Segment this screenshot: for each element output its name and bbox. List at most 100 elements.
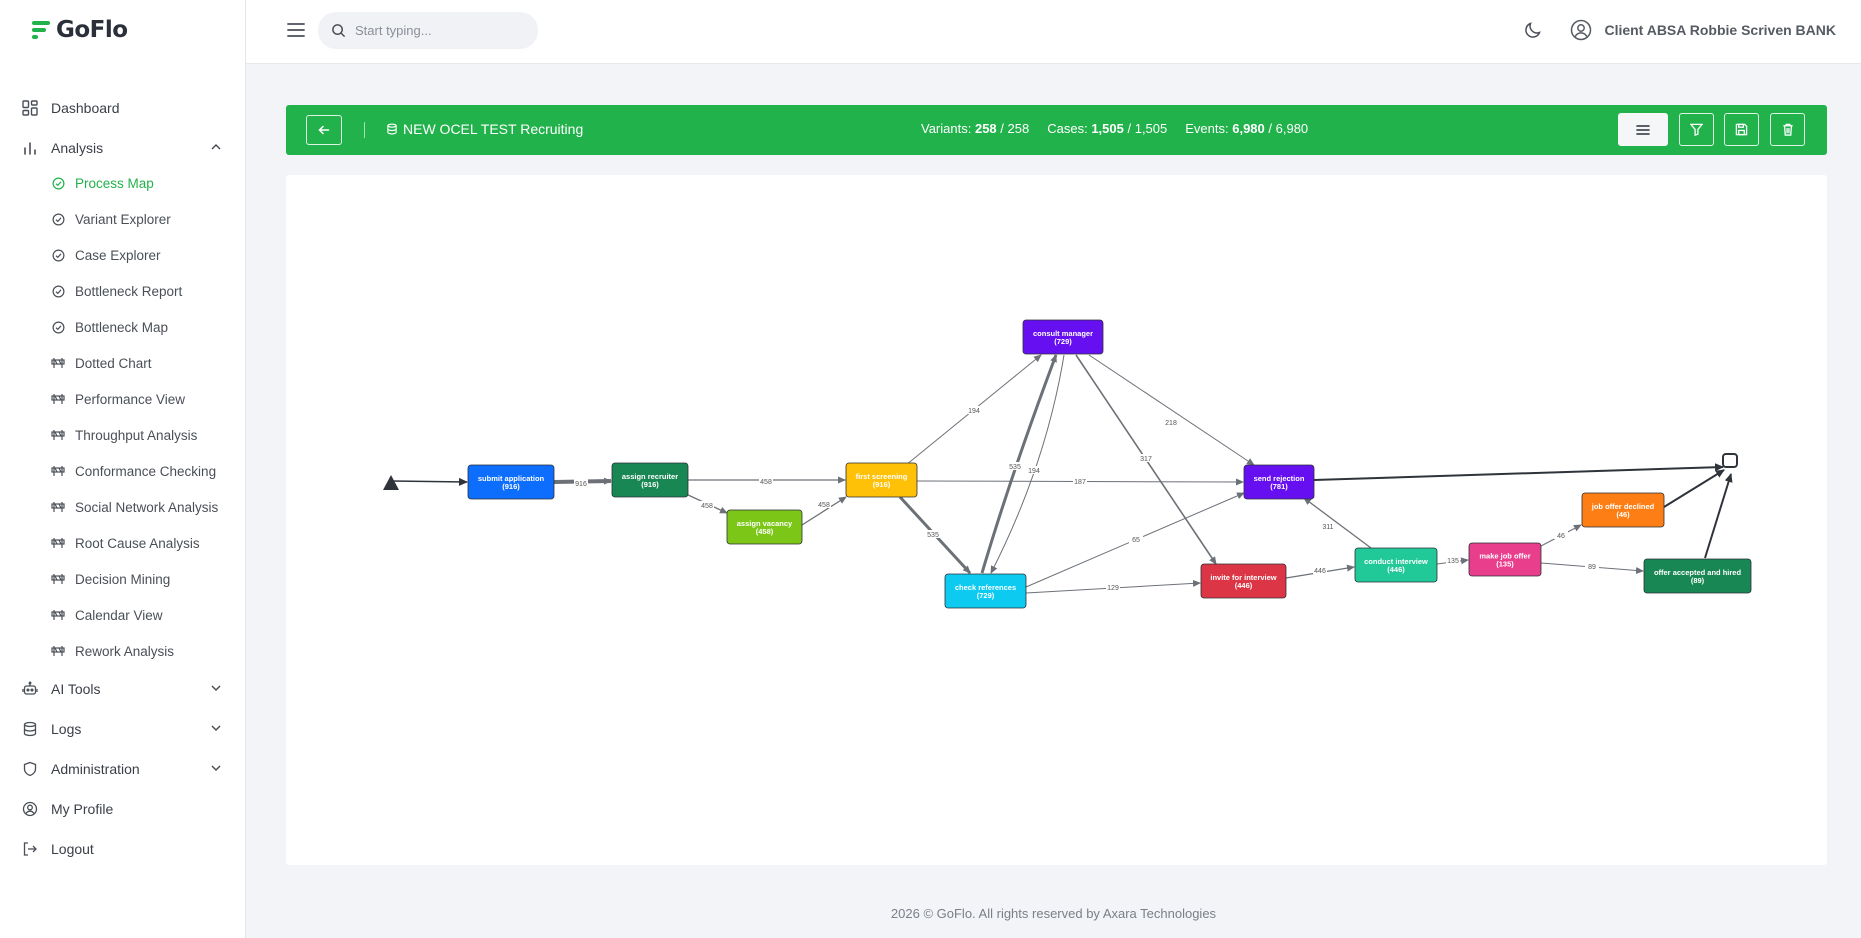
- activity-node-submit[interactable]: submit application(916): [467, 464, 555, 500]
- activity-node-references[interactable]: check references(729): [944, 573, 1027, 609]
- sidebar-item-label: Dotted Chart: [75, 355, 152, 371]
- activity-count: (729): [1054, 337, 1072, 346]
- edge-rejection-end[interactable]: [1313, 463, 1724, 481]
- variants-stat: Variants: 258 / 258: [921, 121, 1030, 136]
- sidebar-item-logout[interactable]: Logout: [0, 829, 246, 869]
- edge-label: 916: [575, 481, 587, 488]
- sidebar-item-process-map[interactable]: Process Map: [0, 166, 246, 200]
- activity-count: (916): [873, 480, 891, 489]
- sidebar-item-administration[interactable]: Administration: [0, 749, 246, 789]
- robot-icon: [21, 680, 39, 698]
- sidebar-item-label: Administration: [51, 761, 140, 777]
- activity-node-invite[interactable]: invite for interview(446): [1200, 563, 1287, 599]
- sidebar-item-ai-tools[interactable]: AI Tools: [0, 669, 246, 709]
- sidebar-item-label: Bottleneck Map: [75, 319, 169, 335]
- search-icon: [332, 24, 346, 38]
- edge-interview-rejection[interactable]: [1303, 497, 1372, 549]
- barrier-icon: [51, 500, 65, 514]
- check-circle-icon: [51, 212, 65, 226]
- activity-node-hired[interactable]: offer accepted and hired(89): [1643, 558, 1752, 594]
- activity-count: (729): [977, 591, 995, 600]
- activity-node-vacancy[interactable]: assign vacancy(458): [726, 509, 803, 545]
- sidebar-item-dashboard[interactable]: Dashboard: [0, 88, 246, 128]
- chevron-up-icon: [211, 143, 221, 150]
- logo-icon: [32, 21, 50, 39]
- filter-button[interactable]: [1679, 113, 1714, 146]
- activity-count: (446): [1235, 581, 1253, 590]
- barrier-icon: [51, 644, 65, 658]
- barrier-icon: [51, 392, 65, 406]
- sidebar-item-conformance-checking[interactable]: Conformance Checking: [0, 454, 246, 488]
- activity-count: (916): [641, 480, 659, 489]
- sidebar-item-root-cause-analysis[interactable]: Root Cause Analysis: [0, 526, 246, 560]
- sidebar-item-calendar-view[interactable]: Calendar View: [0, 598, 246, 632]
- sidebar-item-label: Decision Mining: [75, 571, 171, 587]
- edge-label: 311: [1322, 524, 1333, 531]
- edge-hired-end[interactable]: [1704, 473, 1733, 559]
- activity-node-rejection[interactable]: send rejection(781): [1243, 464, 1315, 500]
- process-map-graph[interactable]: submit application(916) assign recruiter(…: [286, 175, 1827, 865]
- activity-node-declined[interactable]: job offer declined(46): [1581, 492, 1665, 528]
- sidebar-item-throughput-analysis[interactable]: Throughput Analysis: [0, 418, 246, 452]
- user-circle-icon: [1571, 19, 1592, 41]
- check-circle-icon: [51, 248, 65, 262]
- sidebar-item-variant-explorer[interactable]: Variant Explorer: [0, 202, 246, 236]
- barrier-icon: [51, 464, 65, 478]
- edge-consult-references[interactable]: [990, 354, 1065, 574]
- back-button[interactable]: [306, 115, 342, 145]
- activity-node-assign[interactable]: assign recruiter(916): [611, 462, 689, 498]
- activity-count: (135): [1496, 560, 1514, 569]
- bar-chart-icon: [21, 139, 39, 157]
- sidebar-item-rework-analysis[interactable]: Rework Analysis: [0, 634, 246, 668]
- filter-icon: [1690, 123, 1703, 136]
- activity-count: (781): [1270, 482, 1288, 491]
- sidebar-item-label: Dashboard: [51, 100, 120, 116]
- sidebar-item-case-explorer[interactable]: Case Explorer: [0, 238, 246, 272]
- activity-count: (916): [502, 482, 520, 491]
- sidebar-item-dotted-chart[interactable]: Dotted Chart: [0, 346, 246, 380]
- save-button[interactable]: [1724, 113, 1759, 146]
- sidebar-item-decision-mining[interactable]: Decision Mining: [0, 562, 246, 596]
- sidebar-item-social-network-analysis[interactable]: Social Network Analysis: [0, 490, 246, 524]
- save-icon: [1735, 123, 1748, 136]
- activity-node-screening[interactable]: first screening(916): [845, 462, 918, 498]
- brand-logo[interactable]: GoFlo: [0, 0, 245, 60]
- options-menu-button[interactable]: [1618, 113, 1668, 146]
- trash-icon: [1782, 123, 1793, 136]
- edge-start-submit[interactable]: [391, 477, 468, 486]
- edge-label: 187: [1074, 479, 1086, 486]
- edge-label: 535: [927, 532, 939, 539]
- delete-button[interactable]: [1770, 113, 1805, 146]
- start-node: [383, 475, 399, 490]
- edge-label: 458: [818, 502, 830, 509]
- logout-icon: [21, 840, 39, 858]
- edge-label: 317: [1140, 456, 1152, 463]
- sidebar-item-analysis[interactable]: Analysis: [0, 128, 246, 168]
- database-icon: [21, 720, 39, 738]
- activity-count: (89): [1691, 576, 1705, 585]
- sidebar-item-logs[interactable]: Logs: [0, 709, 246, 749]
- theme-toggle-button[interactable]: [1523, 20, 1543, 45]
- sidebar-item-label: Performance View: [75, 391, 186, 407]
- activity-node-interview[interactable]: conduct interview(446): [1354, 547, 1438, 583]
- activity-node-consult[interactable]: consult manager(729): [1022, 319, 1104, 355]
- edge-declined-end[interactable]: [1663, 469, 1725, 508]
- search-input[interactable]: [355, 23, 525, 38]
- sidebar-item-label: Logs: [51, 721, 82, 737]
- sidebar-item-bottleneck-map[interactable]: Bottleneck Map: [0, 310, 246, 344]
- user-menu[interactable]: Client ABSA Robbie Scriven BANK: [1570, 19, 1836, 41]
- sidebar-item-bottleneck-report[interactable]: Bottleneck Report: [0, 274, 246, 308]
- hamburger-menu-button[interactable]: [286, 20, 306, 40]
- moon-icon: [1525, 22, 1541, 38]
- activity-node-offer[interactable]: make job offer(135): [1468, 542, 1542, 577]
- edge-label: 446: [1314, 568, 1326, 575]
- sidebar-item-my-profile[interactable]: My Profile: [0, 789, 246, 829]
- topbar: Client ABSA Robbie Scriven BANK: [246, 0, 1861, 64]
- process-map-canvas[interactable]: submit application (916) assign recruiter(…: [286, 175, 1827, 865]
- edge-label: 46: [1557, 533, 1565, 540]
- sidebar-item-label: Calendar View: [75, 607, 163, 623]
- sidebar-item-label: Analysis: [51, 140, 104, 156]
- sidebar-item-performance-view[interactable]: Performance View: [0, 382, 246, 416]
- hamburger-icon: [287, 23, 305, 37]
- footer: 2026 © GoFlo. All rights reserved by Axa…: [246, 906, 1861, 921]
